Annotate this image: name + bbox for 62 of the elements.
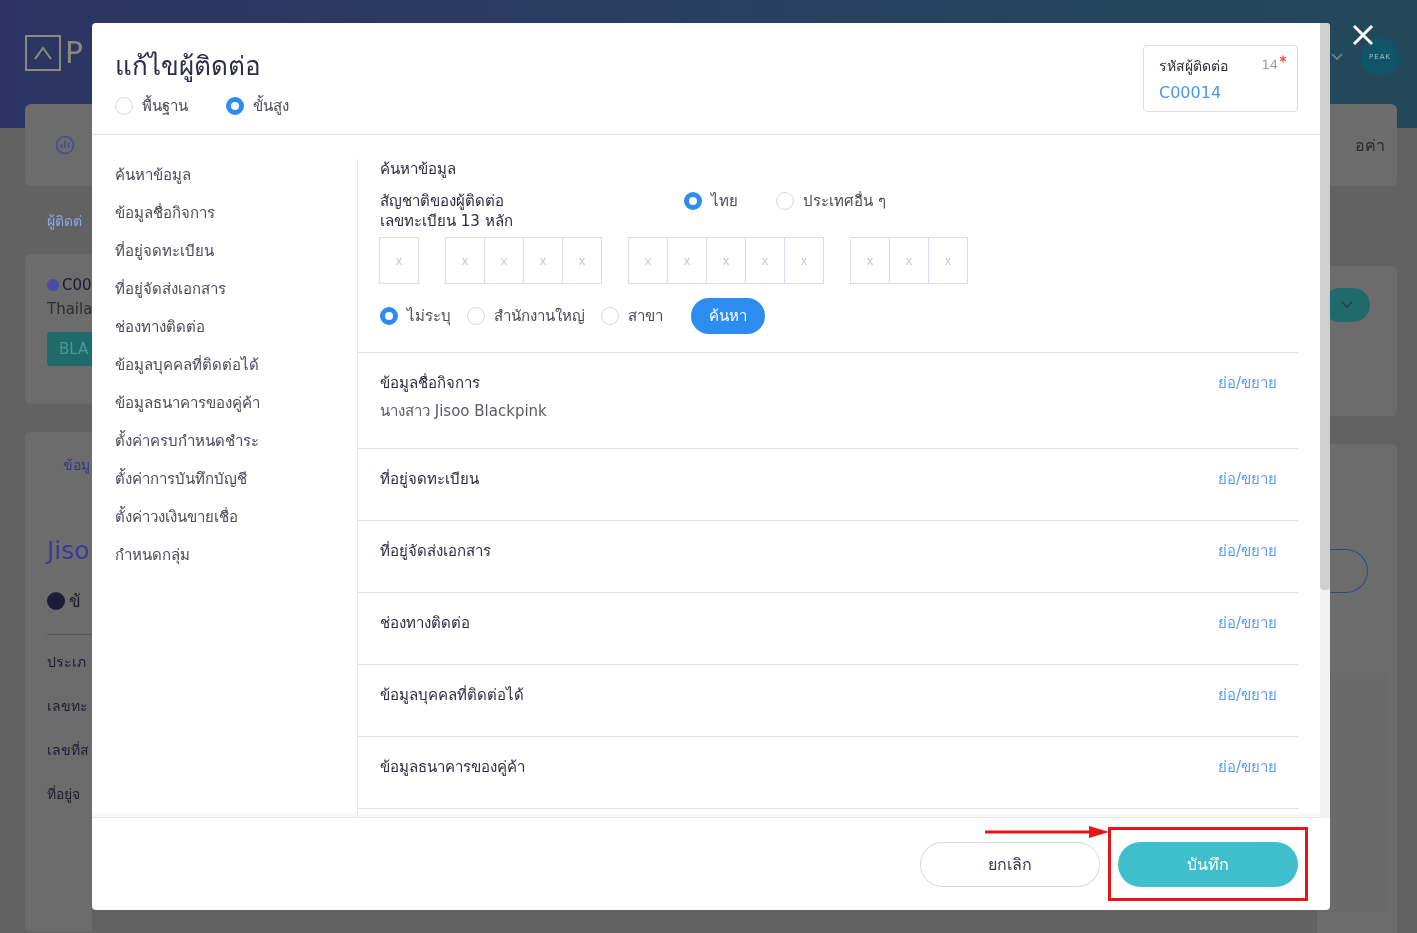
- section-heading: ค้นหาข้อมูล: [380, 159, 457, 179]
- radio-label: ไม่ระบุ: [407, 306, 451, 326]
- radio-label: พื้นฐาน: [142, 94, 188, 117]
- cancel-button[interactable]: ยกเลิก: [920, 841, 1100, 887]
- section-dot: [47, 591, 65, 610]
- nav-link[interactable]: กำหนดกลุ่ม: [115, 543, 357, 568]
- contact-code-field[interactable]: รหัสผู้ติดต่อ 14 C00014: [1143, 45, 1298, 112]
- contact-code: C00: [62, 276, 92, 294]
- close-icon: [1352, 24, 1374, 46]
- field-label: เลขที่ส: [47, 740, 90, 760]
- nav-link[interactable]: ตั้งค่าการบันทึกบัญชี: [115, 467, 357, 492]
- radio-option[interactable]: ขั้นสูง: [226, 94, 289, 118]
- section-title: ที่อยู่จัดส่งเอกสาร: [380, 541, 491, 561]
- logo-icon: [25, 35, 61, 71]
- field-value: C00014: [1159, 83, 1223, 102]
- radio-label: สาขา: [628, 306, 663, 326]
- nav-link[interactable]: ที่อยู่จัดส่งเอกสาร: [115, 277, 357, 302]
- field-label: ประเภ: [47, 653, 87, 672]
- section-title: ที่อยู่จดทะเบียน: [380, 469, 479, 489]
- nav-link[interactable]: ช่องทางติดต่อ: [115, 315, 357, 340]
- chevron-down-icon: [1340, 301, 1353, 309]
- radio-button[interactable]: [380, 307, 398, 325]
- radio-option[interactable]: ไม่ระบุ: [380, 306, 451, 326]
- chevron-down-icon: [1331, 53, 1343, 61]
- radio-option[interactable]: ไทย: [684, 191, 738, 211]
- radio-button[interactable]: [684, 192, 702, 210]
- section-value: นางสาว Jisoo Blackpink: [380, 401, 547, 421]
- field-label: ที่อยู่จ: [47, 784, 81, 805]
- contact-country: Thaila: [47, 300, 92, 318]
- field-label: สัญชาติของผู้ติดต่อ: [380, 191, 505, 211]
- field-label: เลขทะ: [47, 697, 89, 716]
- radio-button[interactable]: [226, 97, 244, 115]
- section-title: ข้อมูลบุคคลที่ติดต่อได้: [380, 685, 524, 705]
- scrollbar-thumb[interactable]: [1320, 23, 1330, 590]
- nav-link[interactable]: ข้อมูลชื่อกิจการ: [115, 201, 357, 226]
- radio-option[interactable]: สาขา: [601, 306, 663, 326]
- radio-label: ประเทศอื่น ๆ: [803, 191, 886, 211]
- nav-link[interactable]: ข้อมูลบุคคลที่ติดต่อได้: [115, 353, 357, 378]
- field-label: รหัสผู้ติดต่อ: [1159, 57, 1228, 77]
- nav-link[interactable]: ตั้งค่าวงเงินขายเชื่อ: [115, 505, 357, 530]
- section-title: ข้อมูลชื่อกิจการ: [380, 373, 481, 393]
- section-title: ช่องทางติดต่อ: [380, 613, 470, 633]
- status-dot: [47, 279, 59, 291]
- radio-option[interactable]: พื้นฐาน: [115, 94, 188, 118]
- chart-icon: [55, 135, 75, 155]
- logo-text: P: [65, 35, 84, 71]
- scrollbar[interactable]: [1320, 23, 1330, 818]
- radio-label: ขั้นสูง: [253, 94, 289, 117]
- radio-option[interactable]: สำนักงานใหญ่: [467, 306, 585, 326]
- nav-link[interactable]: ค้นหาข้อมูล: [115, 163, 357, 188]
- radio-label: สำนักงานใหญ่: [494, 306, 585, 326]
- nav-link[interactable]: ตั้งค่าครบกำหนดชำระ: [115, 429, 357, 454]
- radio-option[interactable]: ประเทศอื่น ๆ: [776, 191, 886, 211]
- field-label: เลขทะเบียน 13 หลัก: [380, 211, 514, 231]
- radio-label: ไทย: [711, 191, 738, 211]
- section-title: ข้: [69, 590, 81, 613]
- dialog-title: แก้ไขผู้ติดต่อ: [115, 50, 262, 84]
- nav-link[interactable]: ข้อมูลธนาคารของคู่ค้า: [115, 391, 357, 416]
- character-count: 14: [1261, 57, 1278, 72]
- close-button[interactable]: [1352, 24, 1374, 46]
- section-title: ข้อมูลธนาคารของคู่ค้า: [380, 757, 525, 777]
- nav-link[interactable]: ที่อยู่จดทะเบียน: [115, 239, 357, 264]
